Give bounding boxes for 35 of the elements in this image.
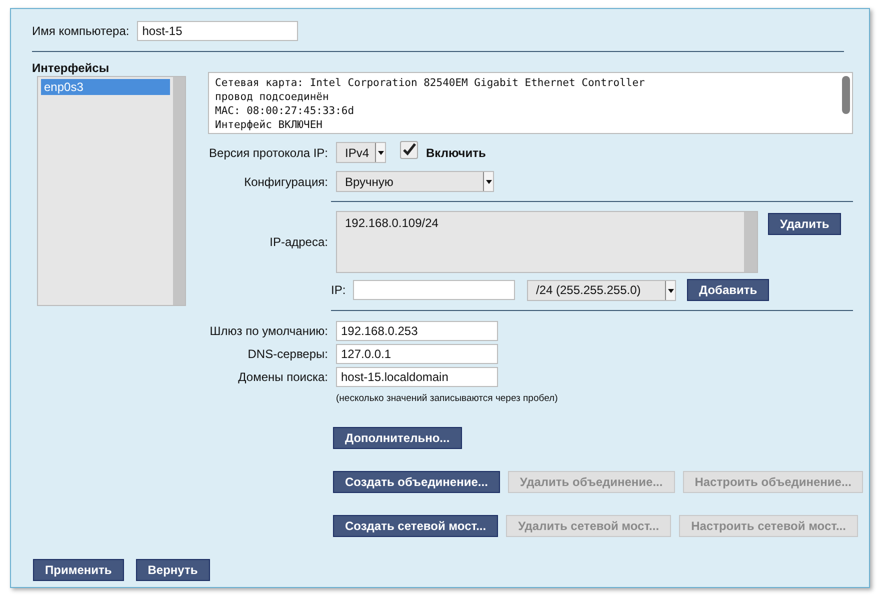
ip-label: IP:: [331, 283, 347, 297]
enable-label: Включить: [426, 146, 486, 160]
text-field[interactable]: 127.0.0.1: [336, 344, 498, 364]
remove-button[interactable]: Удалить: [768, 213, 842, 235]
info-line: MAC: 08:00:27:45:33:6d: [215, 104, 356, 118]
ip-field[interactable]: [353, 280, 515, 300]
text-field[interactable]: 192.168.0.253: [336, 320, 498, 340]
enable-checkbox[interactable]: [400, 140, 418, 158]
footer-button[interactable]: Применить: [33, 559, 124, 581]
field-label: Домены поиска:: [237, 370, 328, 384]
address-item[interactable]: 192.168.0.109/24: [345, 216, 736, 230]
footer-button[interactable]: Вернуть: [136, 559, 210, 581]
mask-select[interactable]: /24 (255.255.255.0): [527, 280, 676, 300]
config-select[interactable]: Вручную: [336, 171, 494, 192]
info-line: Сетевая карта: Intel Corporation 82540EM Gigabit Ethernet Controller: [215, 76, 646, 90]
info-line: Интерфейс ВКЛЮЧЕН: [215, 118, 324, 132]
action-button[interactable]: Создать сетевой мост...: [333, 515, 498, 537]
hostname-field[interactable]: host-15: [137, 21, 298, 41]
add-button[interactable]: Добавить: [687, 279, 770, 301]
config-label: Конфигурация:: [243, 174, 328, 188]
hostname-label: Имя компьютера:: [32, 24, 130, 38]
address-list[interactable]: 192.168.0.109/24: [336, 211, 758, 273]
scrollbar[interactable]: [173, 77, 185, 305]
hint-text: (несколько значений записываются через пробел): [336, 393, 559, 404]
action-button[interactable]: Создать объединение...: [333, 471, 500, 493]
advanced-button[interactable]: Дополнительно...: [333, 427, 462, 449]
field-label: Шлюз по умолчанию:: [208, 324, 328, 338]
interfaces-heading: Интерфейсы: [32, 61, 110, 75]
protocol-label: Версия протокола IP:: [208, 146, 328, 160]
info-line: провод подсоединён: [215, 90, 330, 104]
field-label: DNS-серверы:: [246, 346, 328, 360]
protocol-select[interactable]: IPv4: [336, 142, 386, 163]
addresses-label: IP-адреса:: [268, 235, 328, 249]
text-field[interactable]: host-15.localdomain: [336, 366, 498, 386]
scrollbar[interactable]: [744, 212, 757, 272]
